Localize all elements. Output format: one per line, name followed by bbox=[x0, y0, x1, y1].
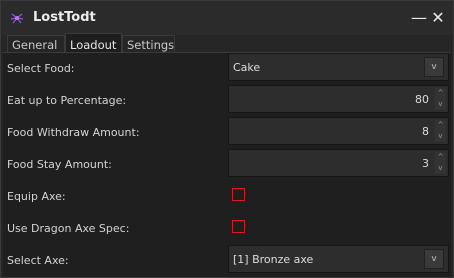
select-food-value: Cake bbox=[233, 61, 261, 74]
tab-loadout[interactable]: Loadout bbox=[65, 33, 122, 53]
eat-percentage-stepper[interactable]: 80 ^ v bbox=[228, 85, 449, 113]
title-bar: LostTodt — ✕ bbox=[1, 1, 453, 35]
food-stay-label: Food Stay Amount: bbox=[7, 158, 112, 171]
select-food-label: Select Food: bbox=[7, 62, 75, 75]
loadout-panel: Select Food: Cake v Eat up to Percentage… bbox=[3, 52, 451, 277]
spin-up-icon[interactable]: ^ bbox=[435, 152, 446, 163]
spinner: ^ v bbox=[435, 120, 446, 142]
main-window: LostTodt — ✕ General Loadout Settings Se… bbox=[0, 0, 454, 278]
eat-percentage-value: 80 bbox=[415, 93, 429, 106]
food-stay-stepper[interactable]: 3 ^ v bbox=[228, 149, 449, 177]
select-axe-label: Select Axe: bbox=[7, 254, 69, 267]
window-title: LostTodt bbox=[33, 10, 96, 25]
spin-down-icon[interactable]: v bbox=[435, 163, 446, 174]
eat-percentage-label: Eat up to Percentage: bbox=[7, 94, 127, 107]
food-stay-value: 3 bbox=[422, 157, 429, 170]
tab-settings[interactable]: Settings bbox=[122, 35, 175, 53]
spin-down-icon[interactable]: v bbox=[435, 99, 446, 110]
spinner: ^ v bbox=[435, 88, 446, 110]
food-withdraw-stepper[interactable]: 8 ^ v bbox=[228, 117, 449, 145]
chevron-down-icon[interactable]: v bbox=[424, 249, 444, 269]
spin-down-icon[interactable]: v bbox=[435, 131, 446, 142]
close-button[interactable]: ✕ bbox=[429, 9, 447, 27]
select-axe-value: [1] Bronze axe bbox=[233, 253, 314, 266]
equip-axe-label: Equip Axe: bbox=[7, 190, 66, 203]
tab-general[interactable]: General bbox=[7, 35, 65, 53]
select-axe-dropdown[interactable]: [1] Bronze axe v bbox=[228, 245, 449, 273]
spinner: ^ v bbox=[435, 152, 446, 174]
chevron-down-icon[interactable]: v bbox=[424, 57, 444, 77]
spin-up-icon[interactable]: ^ bbox=[435, 88, 446, 99]
spider-icon bbox=[10, 13, 24, 24]
food-withdraw-label: Food Withdraw Amount: bbox=[7, 126, 140, 139]
minimize-button[interactable]: — bbox=[410, 9, 428, 27]
dragon-axe-spec-label: Use Dragon Axe Spec: bbox=[7, 222, 130, 235]
equip-axe-checkbox[interactable] bbox=[232, 188, 245, 201]
food-withdraw-value: 8 bbox=[422, 125, 429, 138]
dragon-axe-spec-checkbox[interactable] bbox=[232, 220, 245, 233]
spin-up-icon[interactable]: ^ bbox=[435, 120, 446, 131]
select-food-dropdown[interactable]: Cake v bbox=[228, 53, 449, 81]
